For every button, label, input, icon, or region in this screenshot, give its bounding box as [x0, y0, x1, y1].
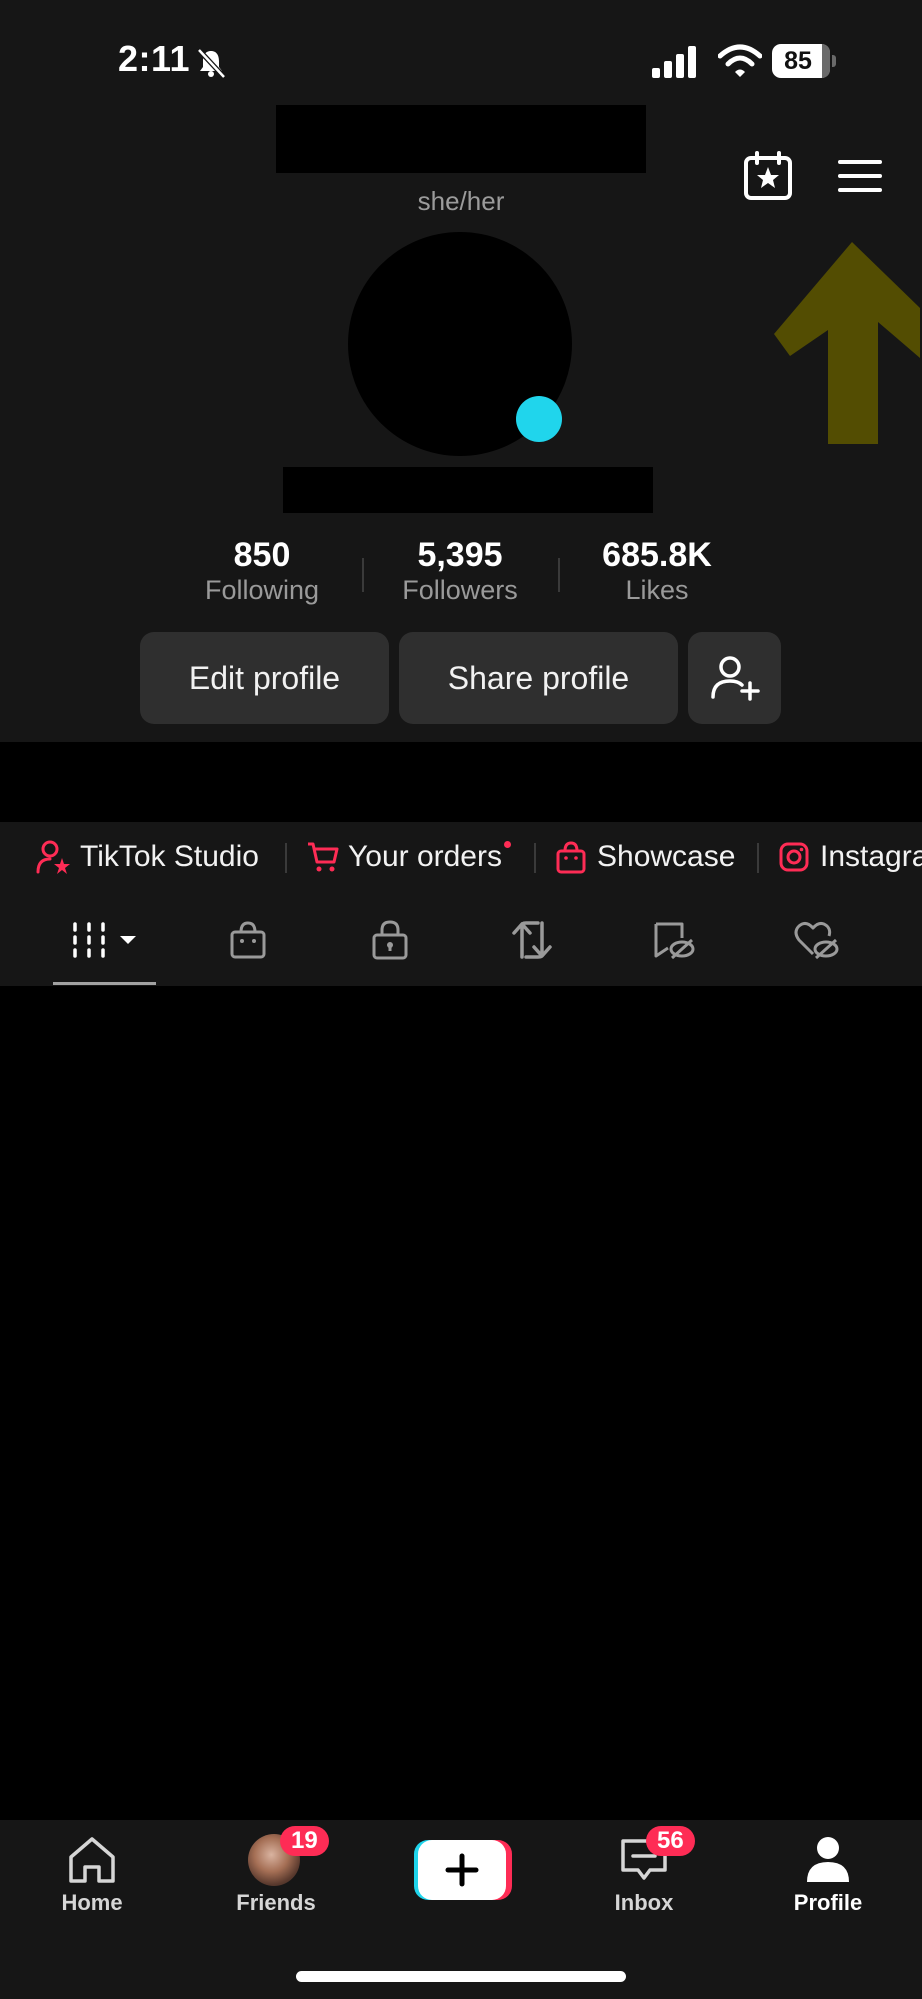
- likes-label: Likes: [625, 575, 689, 605]
- signal-icon: [652, 46, 696, 78]
- your-orders-link[interactable]: Your orders: [306, 840, 511, 874]
- tiktok-studio-label: TikTok Studio: [80, 840, 259, 873]
- nav-inbox-label: Inbox: [614, 1890, 674, 1915]
- tab-liked[interactable]: [746, 894, 886, 986]
- cart-icon: [308, 842, 339, 872]
- username-redacted: [283, 467, 653, 513]
- battery-level: 85: [784, 47, 812, 75]
- nav-profile-label: Profile: [793, 1890, 863, 1915]
- avatar-add-badge[interactable]: [516, 396, 562, 442]
- shortcut-divider: [285, 843, 287, 873]
- bag-icon: [556, 841, 586, 874]
- following-count: 850: [233, 536, 291, 574]
- tiktok-studio-link[interactable]: TikTok Studio: [36, 840, 259, 874]
- inbox-badge: 56: [646, 1826, 695, 1856]
- tab-private[interactable]: [320, 894, 460, 986]
- share-profile-button[interactable]: Share profile: [399, 632, 678, 724]
- shop-bag-icon: [230, 921, 266, 959]
- instagram-label: Instagram: [820, 840, 922, 873]
- friends-badge: 19: [280, 1826, 329, 1856]
- user-star-icon: [36, 840, 70, 874]
- showcase-label: Showcase: [597, 840, 736, 873]
- home-indicator: [296, 1971, 626, 1982]
- your-orders-label: Your orders: [348, 840, 502, 873]
- battery-icon: 85: [772, 44, 836, 78]
- active-tab-indicator: [53, 982, 156, 985]
- followers-count: 5,395: [417, 536, 503, 574]
- repost-icon: [512, 921, 552, 959]
- shortcut-divider: [757, 843, 759, 873]
- shortcut-divider: [534, 843, 536, 873]
- nav-create[interactable]: [368, 1820, 552, 1940]
- stat-followers[interactable]: 5,395 Followers: [350, 536, 570, 606]
- nav-home-label: Home: [61, 1890, 123, 1915]
- home-icon: [69, 1837, 115, 1883]
- hidden-bookmark-icon: [654, 922, 695, 960]
- shortcut-row: TikTok Studio Your orders Showcase Insta…: [0, 822, 922, 894]
- edit-profile-button[interactable]: Edit profile: [140, 632, 389, 724]
- status-time: 2:11: [118, 38, 191, 79]
- followers-label: Followers: [402, 575, 518, 605]
- add-user-icon: [710, 656, 760, 701]
- nav-profile[interactable]: Profile: [736, 1820, 920, 1940]
- lock-icon: [372, 920, 408, 960]
- display-name-redacted: [276, 105, 646, 173]
- plus-icon: [445, 1853, 479, 1887]
- likes-count: 685.8K: [602, 536, 712, 574]
- showcase-link[interactable]: Showcase: [555, 840, 735, 874]
- nav-friends-label: Friends: [236, 1890, 316, 1915]
- video-grid-area: [0, 986, 922, 1820]
- tab-reposts[interactable]: [462, 894, 602, 986]
- caret-down-icon: [120, 936, 136, 944]
- nav-home[interactable]: Home: [0, 1820, 184, 1940]
- tab-videos[interactable]: [35, 894, 175, 986]
- grid-icon: [73, 922, 105, 958]
- add-friend-button[interactable]: [688, 632, 781, 724]
- content-tabs: [0, 894, 922, 986]
- pronouns: she/her: [417, 186, 505, 216]
- stat-likes[interactable]: 685.8K Likes: [547, 536, 767, 606]
- tab-hidden[interactable]: [604, 894, 744, 986]
- orders-notification-dot: [503, 840, 511, 848]
- stat-following[interactable]: 850 Following: [152, 536, 372, 606]
- instagram-icon: [779, 842, 809, 872]
- nav-friends[interactable]: 19 Friends: [184, 1820, 368, 1940]
- yellow-arrow-annotation: [774, 242, 920, 444]
- nav-inbox[interactable]: 56 Inbox: [552, 1820, 736, 1940]
- instagram-link[interactable]: Instagram: [778, 840, 922, 874]
- wifi-icon: [718, 44, 762, 77]
- bell-muted-icon: [197, 48, 226, 79]
- hidden-heart-icon: [794, 921, 839, 960]
- tab-shop[interactable]: [178, 894, 318, 986]
- following-label: Following: [204, 575, 320, 605]
- profile-icon: [807, 1837, 849, 1882]
